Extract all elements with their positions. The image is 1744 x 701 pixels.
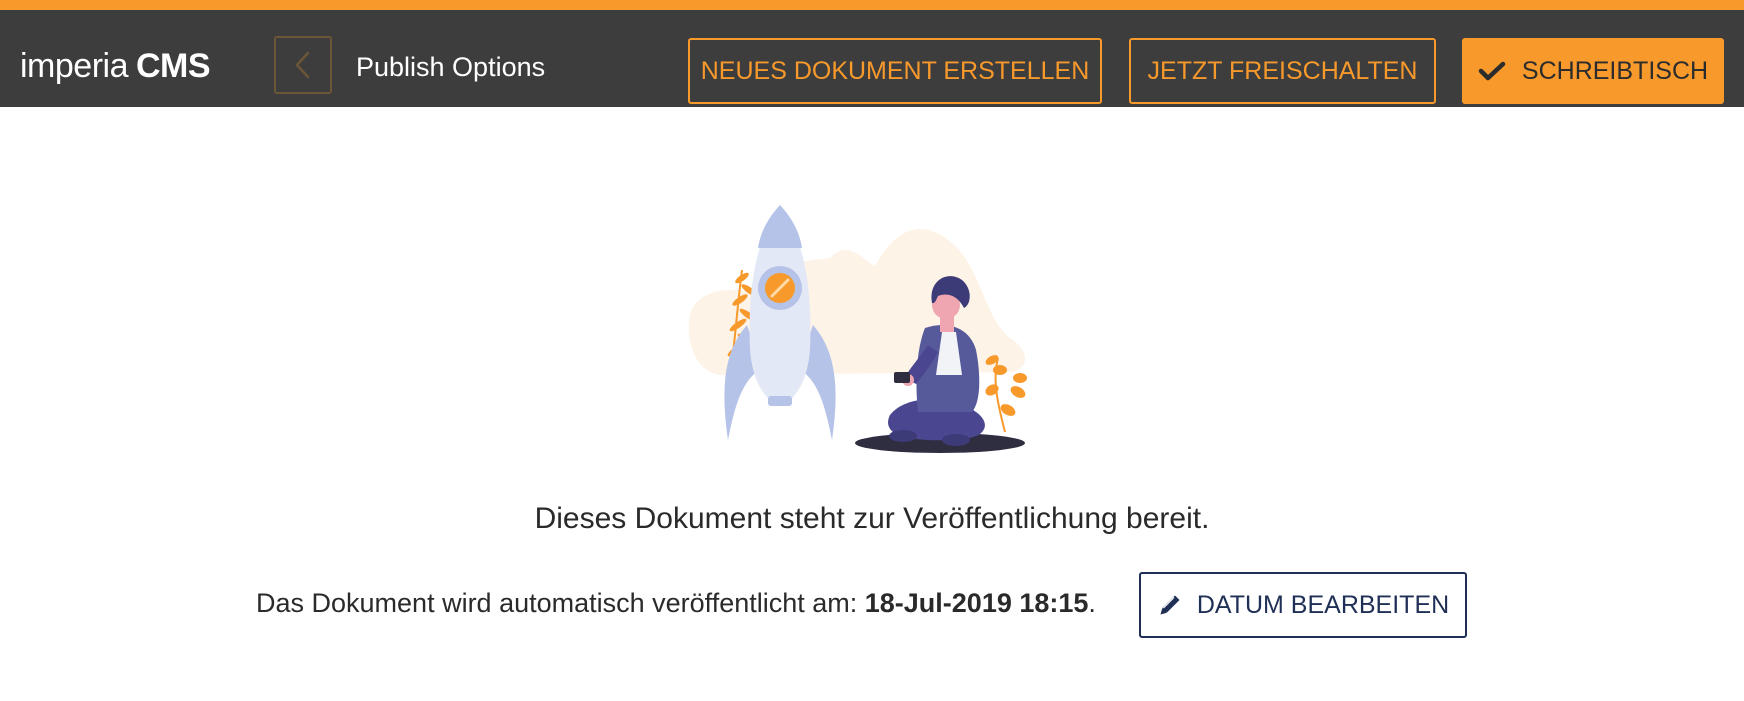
headline: Dieses Dokument steht zur Veröffentlichu… (534, 502, 1210, 535)
publish-info-prefix: Das Dokument wird automatisch veröffentl… (256, 588, 865, 618)
logo-text-bold: CMS (135, 47, 211, 85)
app-logo: imperia CMS (20, 46, 211, 86)
logo-text-light: imperia (20, 47, 128, 85)
edit-date-button[interactable]: DATUM BEARBEITEN (1139, 572, 1467, 638)
desk-button-label: SCHREIBTISCH (1521, 57, 1709, 85)
unlock-now-button[interactable]: JETZT FREISCHALTEN (1129, 38, 1436, 104)
rocket-launch-illustration (688, 205, 1027, 453)
person-shoe-right (942, 434, 970, 446)
back-button[interactable] (274, 36, 332, 94)
publish-date: 18-Jul-2019 18:15 (864, 588, 1089, 618)
desk-button[interactable]: SCHREIBTISCH (1462, 38, 1724, 104)
publish-info: Das Dokument wird automatisch veröffentl… (256, 584, 1096, 622)
edit-date-button-label: DATUM BEARBEITEN (1196, 590, 1450, 619)
pencil-icon (1160, 595, 1180, 615)
rocket-nozzle (768, 396, 792, 406)
new-document-button[interactable]: NEUES DOKUMENT ERSTELLEN (688, 38, 1102, 104)
person-shoe-left (889, 430, 917, 442)
page-title: Publish Options (356, 52, 546, 82)
top-bar: imperia CMS Publish Options NEUES DOKUMEN… (0, 10, 1744, 107)
publish-info-suffix: . (1088, 588, 1096, 618)
accent-strip (0, 0, 1744, 10)
person-phone (894, 372, 910, 383)
chevron-left-icon (295, 51, 310, 79)
rocket-nose (758, 205, 802, 248)
checkmark-icon (1478, 61, 1506, 81)
